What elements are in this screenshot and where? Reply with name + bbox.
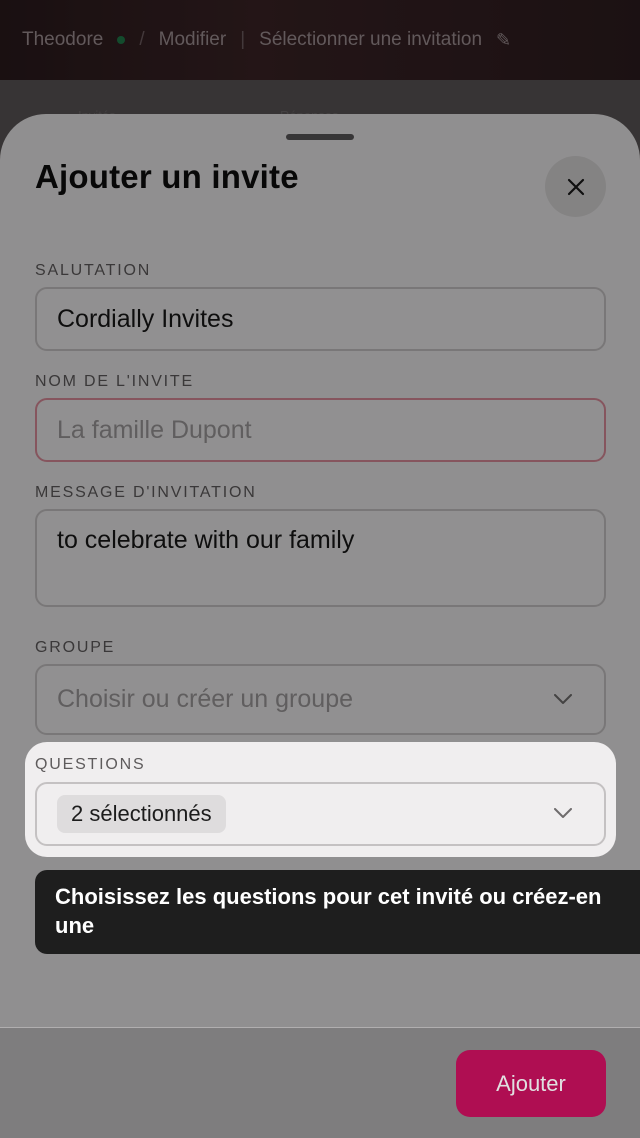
add-guest-button[interactable]: Ajouter xyxy=(456,1050,606,1117)
chevron-down-icon xyxy=(554,808,572,818)
group-label: GROUPE xyxy=(35,639,116,656)
questions-spotlight: QUESTIONS 2 sélectionnés xyxy=(25,742,616,857)
message-label: MESSAGE D'INVITATION xyxy=(35,484,257,501)
questions-select[interactable]: 2 sélectionnés xyxy=(35,782,606,846)
close-icon xyxy=(567,178,584,195)
guest-name-input[interactable]: La famille Dupont xyxy=(35,398,606,462)
footer-divider xyxy=(0,1027,640,1028)
salutation-value: Cordially Invites xyxy=(57,304,234,333)
app-user-name: Theodore xyxy=(22,29,104,50)
separator: / xyxy=(139,29,145,50)
message-textarea[interactable]: to celebrate with our family xyxy=(35,509,606,607)
online-status-icon xyxy=(117,36,126,44)
group-select[interactable]: Choisir ou créer un groupe xyxy=(35,664,606,735)
edit-link[interactable]: Modifier xyxy=(159,29,227,51)
guest-name-label: NOM DE L'INVITE xyxy=(35,373,194,390)
close-button[interactable] xyxy=(545,156,606,217)
questions-label: QUESTIONS xyxy=(35,756,146,773)
onboarding-tooltip: Choisissez les questions pour cet invité… xyxy=(35,870,640,954)
selected-count-chip: 2 sélectionnés xyxy=(57,795,226,833)
chevron-down-icon xyxy=(554,693,572,704)
separator: | xyxy=(240,29,246,50)
group-placeholder: Choisir ou créer un groupe xyxy=(57,685,353,713)
salutation-label: SALUTATION xyxy=(35,262,152,279)
salutation-input[interactable]: Cordially Invites xyxy=(35,287,606,351)
sheet-drag-handle[interactable] xyxy=(286,134,354,140)
message-value: to celebrate with our family xyxy=(57,526,355,554)
pencil-icon[interactable]: ✎ xyxy=(496,30,511,51)
select-invitation-link[interactable]: Sélectionner une invitation xyxy=(259,29,482,51)
background-app-bar: Theodore / Modifier | Sélectionner une i… xyxy=(0,0,640,80)
modal-title: Ajouter un invite xyxy=(35,158,299,195)
guest-name-placeholder: La famille Dupont xyxy=(57,415,252,444)
